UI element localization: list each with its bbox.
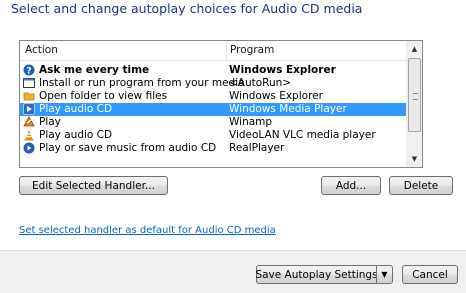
row-action: Ask me every time bbox=[39, 64, 150, 76]
row-action: Play audio CD bbox=[39, 103, 113, 115]
add-button[interactable]: Add... bbox=[321, 176, 381, 195]
row-program: Windows Media Player bbox=[229, 103, 347, 115]
row-action: Play bbox=[39, 116, 61, 128]
delete-button[interactable]: Delete bbox=[389, 176, 453, 195]
set-default-link[interactable]: Set selected handler as default for Audi… bbox=[19, 225, 276, 236]
window-icon bbox=[23, 77, 35, 89]
row-program: Winamp bbox=[229, 116, 273, 128]
row-action: Play audio CD bbox=[39, 129, 113, 141]
grip-icon bbox=[413, 93, 418, 100]
table-row[interactable]: Play audio CD VideoLAN VLC media player bbox=[20, 129, 406, 142]
column-divider[interactable] bbox=[226, 41, 227, 60]
svg-text:?: ? bbox=[26, 67, 31, 77]
row-program: RealPlayer bbox=[229, 142, 285, 154]
dialog-footer: Save Autoplay Settings ▼ Cancel bbox=[0, 250, 466, 293]
realplayer-icon bbox=[23, 142, 35, 154]
table-row[interactable]: Open folder to view files Windows Explor… bbox=[20, 90, 406, 103]
scroll-thumb[interactable] bbox=[408, 58, 421, 132]
row-action: Open folder to view files bbox=[39, 90, 168, 102]
play-icon bbox=[23, 103, 35, 115]
table-row[interactable]: Play Winamp bbox=[20, 116, 406, 129]
row-program: Windows Explorer bbox=[229, 90, 323, 102]
scroll-down-icon[interactable]: ▼ bbox=[407, 151, 422, 167]
winamp-icon bbox=[23, 116, 35, 128]
scroll-up-icon[interactable]: ▲ bbox=[407, 41, 422, 57]
handler-list[interactable]: Action Program ? Ask me every time Windo… bbox=[19, 40, 423, 168]
table-row[interactable]: Play audio CD Windows Media Player bbox=[20, 103, 406, 116]
row-action: Install or run program from your media bbox=[39, 77, 245, 89]
page-heading: Select and change autoplay choices for A… bbox=[11, 1, 363, 16]
cancel-button[interactable]: Cancel bbox=[402, 265, 458, 284]
save-autoplay-settings-button[interactable]: Save Autoplay Settings bbox=[255, 265, 378, 284]
row-program: VideoLAN VLC media player bbox=[229, 129, 376, 141]
folder-icon bbox=[23, 90, 35, 102]
save-dropdown-button[interactable]: ▼ bbox=[376, 265, 393, 284]
chevron-down-icon: ▼ bbox=[381, 270, 388, 279]
table-row[interactable]: Install or run program from your media <… bbox=[20, 77, 406, 90]
list-scrollbar[interactable]: ▲ ▼ bbox=[406, 41, 422, 167]
row-program: Windows Explorer bbox=[229, 64, 336, 76]
list-header: Action Program bbox=[20, 41, 406, 61]
vlc-cone-icon bbox=[23, 129, 35, 141]
column-header-program[interactable]: Program bbox=[230, 44, 274, 56]
row-program: <AutoRun> bbox=[229, 77, 292, 89]
row-action: Play or save music from audio CD bbox=[39, 142, 217, 154]
table-row[interactable]: Play or save music from audio CD RealPla… bbox=[20, 142, 406, 155]
table-row[interactable]: ? Ask me every time Windows Explorer bbox=[20, 64, 406, 77]
edit-handler-button[interactable]: Edit Selected Handler... bbox=[19, 176, 168, 195]
column-header-action[interactable]: Action bbox=[25, 44, 58, 56]
question-icon: ? bbox=[23, 64, 35, 77]
